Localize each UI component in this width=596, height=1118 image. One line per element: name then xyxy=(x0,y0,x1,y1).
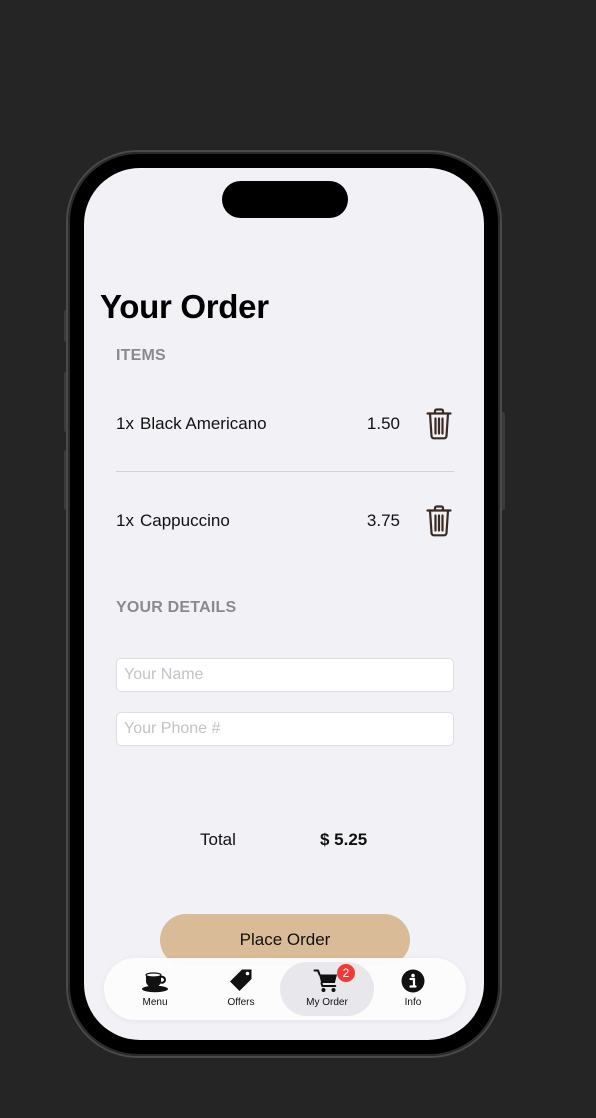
name-input[interactable] xyxy=(116,658,454,692)
tab-menu[interactable]: Menu xyxy=(108,962,202,1016)
phone-frame: Your Order ITEMS 1x Black Americano 1.50 xyxy=(68,152,500,1056)
tab-info[interactable]: Info xyxy=(366,962,460,1016)
phone-input[interactable] xyxy=(116,712,454,746)
power-button xyxy=(500,412,505,510)
coffee-cup-icon xyxy=(141,968,169,994)
item-divider xyxy=(116,471,454,472)
delete-item-button[interactable] xyxy=(424,504,454,538)
order-item-row: 1x Cappuccino 3.75 xyxy=(116,497,454,545)
tab-label: Offers xyxy=(227,997,255,1008)
tab-bar: Menu Offers 2 My Order Info xyxy=(104,958,466,1020)
item-quantity: 1x xyxy=(116,414,134,433)
details-section-header: YOUR DETAILS xyxy=(116,599,237,616)
tab-label: Menu xyxy=(142,997,168,1008)
item-name: Black Americano xyxy=(140,414,267,433)
items-section-header: ITEMS xyxy=(116,347,166,364)
tag-icon xyxy=(227,968,255,994)
total-value: $ 5.25 xyxy=(320,830,368,849)
tab-my-order[interactable]: 2 My Order xyxy=(280,962,374,1016)
page-title: Your Order xyxy=(100,288,269,325)
item-price: 1.50 xyxy=(366,414,400,433)
delete-item-button[interactable] xyxy=(424,407,454,441)
device-stage: Your Order ITEMS 1x Black Americano 1.50 xyxy=(0,0,596,1118)
cart-count-badge: 2 xyxy=(337,964,355,982)
dynamic-island xyxy=(222,181,348,218)
trash-icon xyxy=(426,505,452,537)
item-price: 3.75 xyxy=(366,511,400,530)
item-name: Cappuccino xyxy=(140,511,230,530)
app-screen: Your Order ITEMS 1x Black Americano 1.50 xyxy=(84,168,484,1040)
info-icon xyxy=(399,968,427,994)
tab-offers[interactable]: Offers xyxy=(194,962,288,1016)
tab-label: My Order xyxy=(306,997,348,1008)
tab-label: Info xyxy=(404,997,422,1008)
total-label: Total xyxy=(200,830,236,849)
cart-icon: 2 xyxy=(313,964,355,994)
item-quantity: 1x xyxy=(116,511,134,530)
trash-icon xyxy=(426,408,452,440)
order-item-row: 1x Black Americano 1.50 xyxy=(116,400,454,448)
